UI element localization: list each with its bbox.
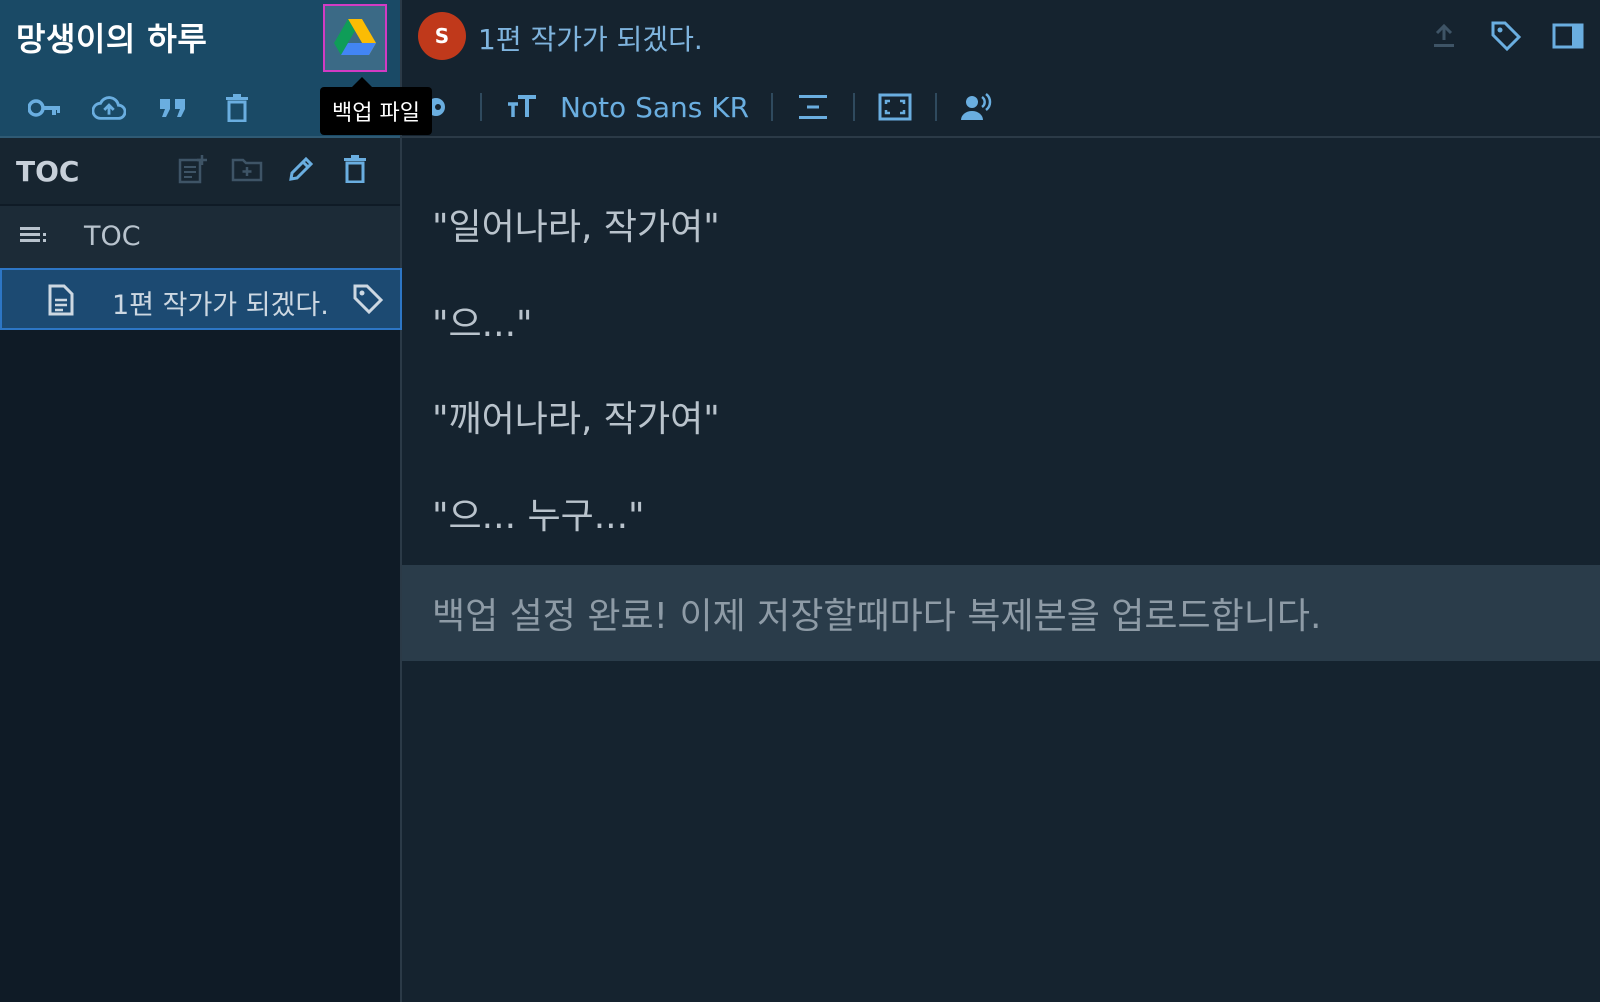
- toc-item-chapter-1[interactable]: 1편 작가가 되겠다.: [0, 268, 402, 330]
- toc-root[interactable]: TOC: [0, 206, 400, 268]
- tag-icon[interactable]: [352, 283, 384, 315]
- paragraph: "일어나라, 작가여": [432, 207, 720, 248]
- toolbar-divider: [771, 93, 774, 121]
- toolbar-divider: [480, 93, 482, 121]
- add-document-icon[interactable]: [176, 152, 210, 186]
- editor-pane: S 1편 작가가 되겠다. Noto Sans KR "일어나라, 작가여" "…: [402, 0, 1600, 1002]
- font-size-icon[interactable]: [504, 89, 540, 125]
- list-icon: [20, 227, 46, 242]
- toc-title: TOC: [16, 155, 80, 188]
- format-toolbar: Noto Sans KR: [422, 84, 995, 130]
- fullscreen-icon[interactable]: [877, 89, 913, 125]
- document-title: 1편 작가가 되겠다.: [478, 23, 703, 56]
- voice-icon[interactable]: [959, 89, 995, 125]
- avatar[interactable]: S: [418, 12, 466, 60]
- project-title: 망생이의 하루: [16, 20, 208, 58]
- upload-icon[interactable]: [1426, 18, 1462, 54]
- panel-toggle-icon[interactable]: [1550, 18, 1586, 54]
- toc-toolbar: [176, 152, 372, 186]
- editor-content[interactable]: "일어나라, 작가여" "으..." "깨어나라, 작가여" "으... 누구.…: [402, 140, 1600, 1002]
- toc-root-label: TOC: [84, 221, 141, 252]
- project-toolbar: [28, 88, 254, 128]
- backup-tooltip: 백업 파일: [320, 77, 432, 135]
- trash-icon[interactable]: [338, 152, 372, 186]
- paragraph: "으... 누구...": [432, 496, 645, 537]
- backup-drive-button[interactable]: [323, 4, 387, 72]
- sidebar: 망생이의 하루 백업 파일 TOC TOC 1편 작가가 되겠다.: [0, 0, 432, 1002]
- document-icon: [48, 284, 74, 316]
- backup-notice: 백업 설정 완료! 이제 저장할때마다 복제본을 업로드합니다.: [402, 565, 1600, 661]
- paragraph: "으...": [432, 304, 533, 345]
- toc-header: TOC: [0, 138, 400, 204]
- app-window: 망생이의 하루 백업 파일 TOC TOC 1편 작가가 되겠다. S 1편 작…: [0, 0, 1600, 1002]
- cloud-upload-icon[interactable]: [92, 91, 126, 125]
- backup-notice-text: 백업 설정 완료! 이제 저장할때마다 복제본을 업로드합니다.: [432, 596, 1322, 637]
- line-spacing-icon[interactable]: [795, 89, 831, 125]
- edit-icon[interactable]: [284, 152, 318, 186]
- toolbar-divider: [935, 93, 938, 121]
- toolbar-divider: [853, 93, 856, 121]
- editor-header: S 1편 작가가 되겠다. Noto Sans KR: [402, 0, 1600, 138]
- tag-icon[interactable]: [1488, 18, 1524, 54]
- add-folder-icon[interactable]: [230, 152, 264, 186]
- toc-item-label: 1편 작가가 되겠다.: [112, 290, 329, 321]
- quote-icon[interactable]: [156, 91, 190, 125]
- header-actions: [1426, 18, 1586, 54]
- paragraph: "깨어나라, 작가여": [432, 399, 720, 440]
- google-drive-icon: [334, 19, 376, 55]
- trash-icon[interactable]: [220, 91, 254, 125]
- font-family-selector[interactable]: Noto Sans KR: [560, 91, 749, 124]
- key-icon[interactable]: [28, 91, 62, 125]
